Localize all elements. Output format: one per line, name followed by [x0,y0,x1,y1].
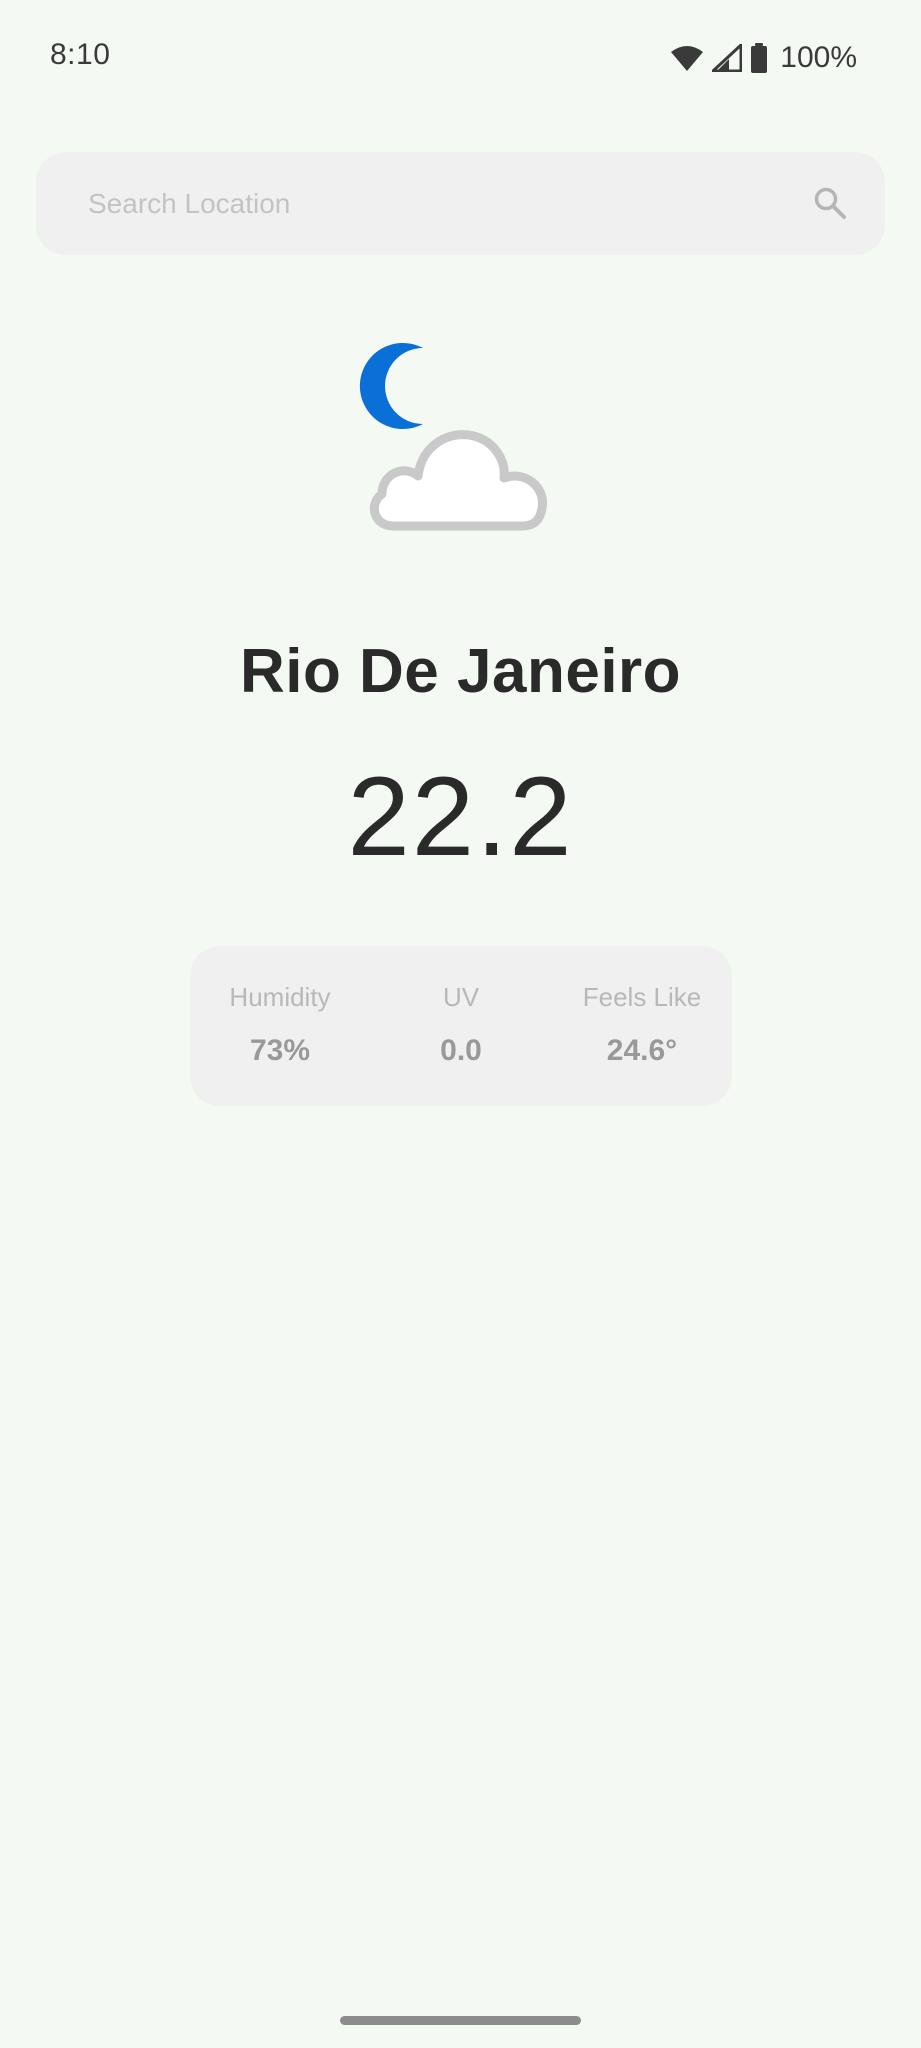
status-bar: 8:10 100% [0,0,921,116]
status-icons: 100% [670,38,857,78]
stat-label: UV [442,982,480,1012]
signal-icon [712,44,743,72]
search-input[interactable] [88,152,788,255]
stat-humidity: Humidity 73% [190,946,370,1106]
moon-icon [359,343,423,429]
stat-value: 24.6° [606,1034,678,1067]
wifi-icon [671,46,704,71]
status-time: 8:10 [50,38,111,71]
weather-stats-card: Humidity 73% UV 0.0 Feels Like 24.6° [190,946,732,1106]
cloud-icon [369,430,547,531]
battery-icon [751,43,768,73]
stat-uv: UV 0.0 [371,946,551,1106]
search-icon[interactable] [813,186,847,220]
home-indicator[interactable] [340,2016,581,2025]
stat-value: 73% [249,1034,311,1067]
stat-value: 0.0 [440,1034,482,1067]
search-bar[interactable] [36,152,885,255]
night-cloudy-icon [359,343,547,531]
city-name: Rio De Janeiro [239,637,682,706]
stat-label: Feels Like [582,982,702,1012]
stat-label: Humidity [229,982,331,1012]
stat-feels-like: Feels Like 24.6° [552,946,732,1106]
battery-percentage: 100% [780,41,857,74]
temperature-value: 22.2 [347,754,574,879]
